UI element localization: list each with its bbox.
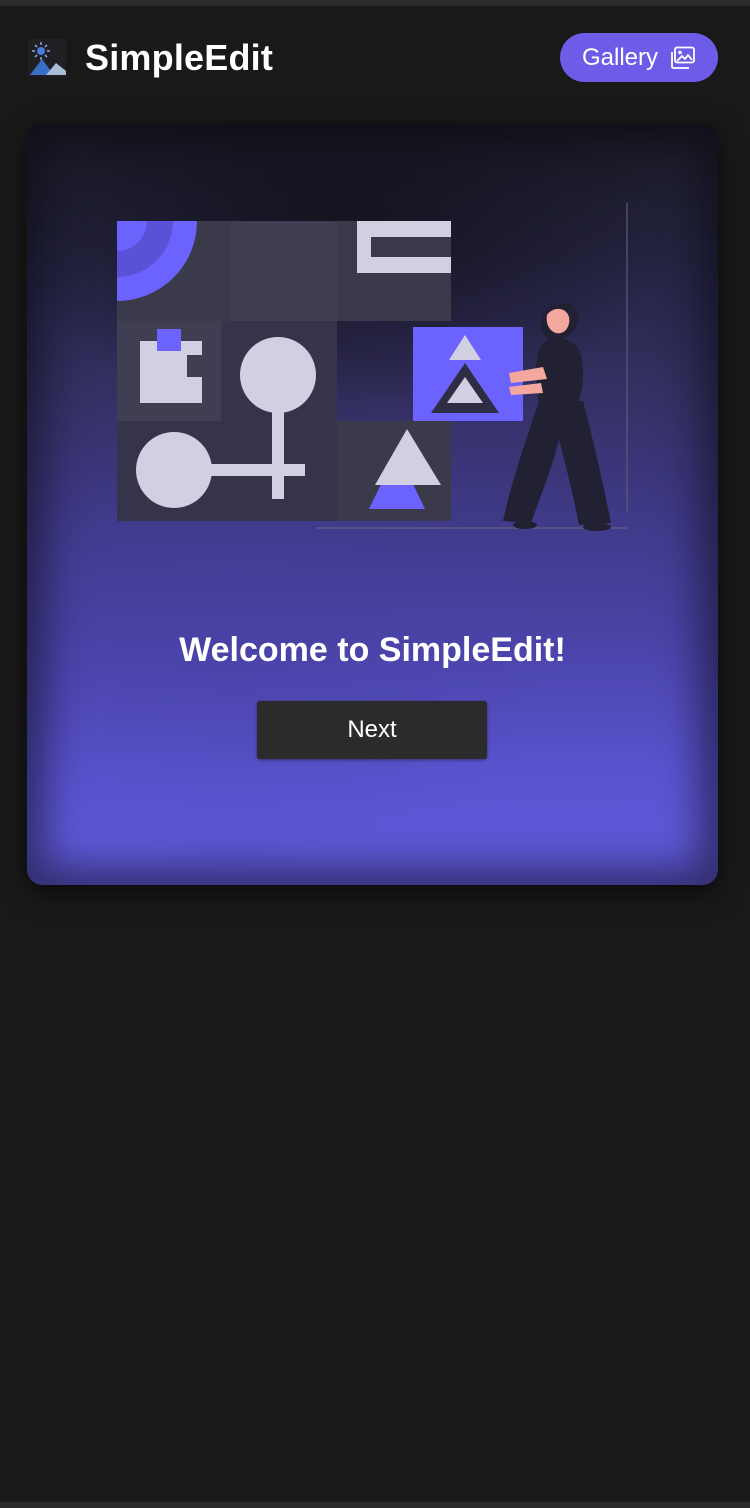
- welcome-title: Welcome to SimpleEdit!: [179, 631, 566, 669]
- image-gallery-icon: [671, 46, 695, 69]
- bottom-border: [0, 1502, 750, 1508]
- app-header: SimpleEdit Gallery: [0, 6, 750, 110]
- next-button[interactable]: Next: [257, 701, 487, 759]
- image-edit-logo-icon: [28, 39, 66, 77]
- welcome-card: Welcome to SimpleEdit! Next: [27, 123, 718, 885]
- gallery-button[interactable]: Gallery: [560, 33, 718, 82]
- person-arranging-shapes-illustration: [117, 203, 628, 531]
- page: SimpleEdit Gallery Welcome to SimpleEdit…: [0, 0, 750, 1508]
- gallery-button-label: Gallery: [581, 43, 659, 71]
- app-title: SimpleEdit: [85, 37, 274, 78]
